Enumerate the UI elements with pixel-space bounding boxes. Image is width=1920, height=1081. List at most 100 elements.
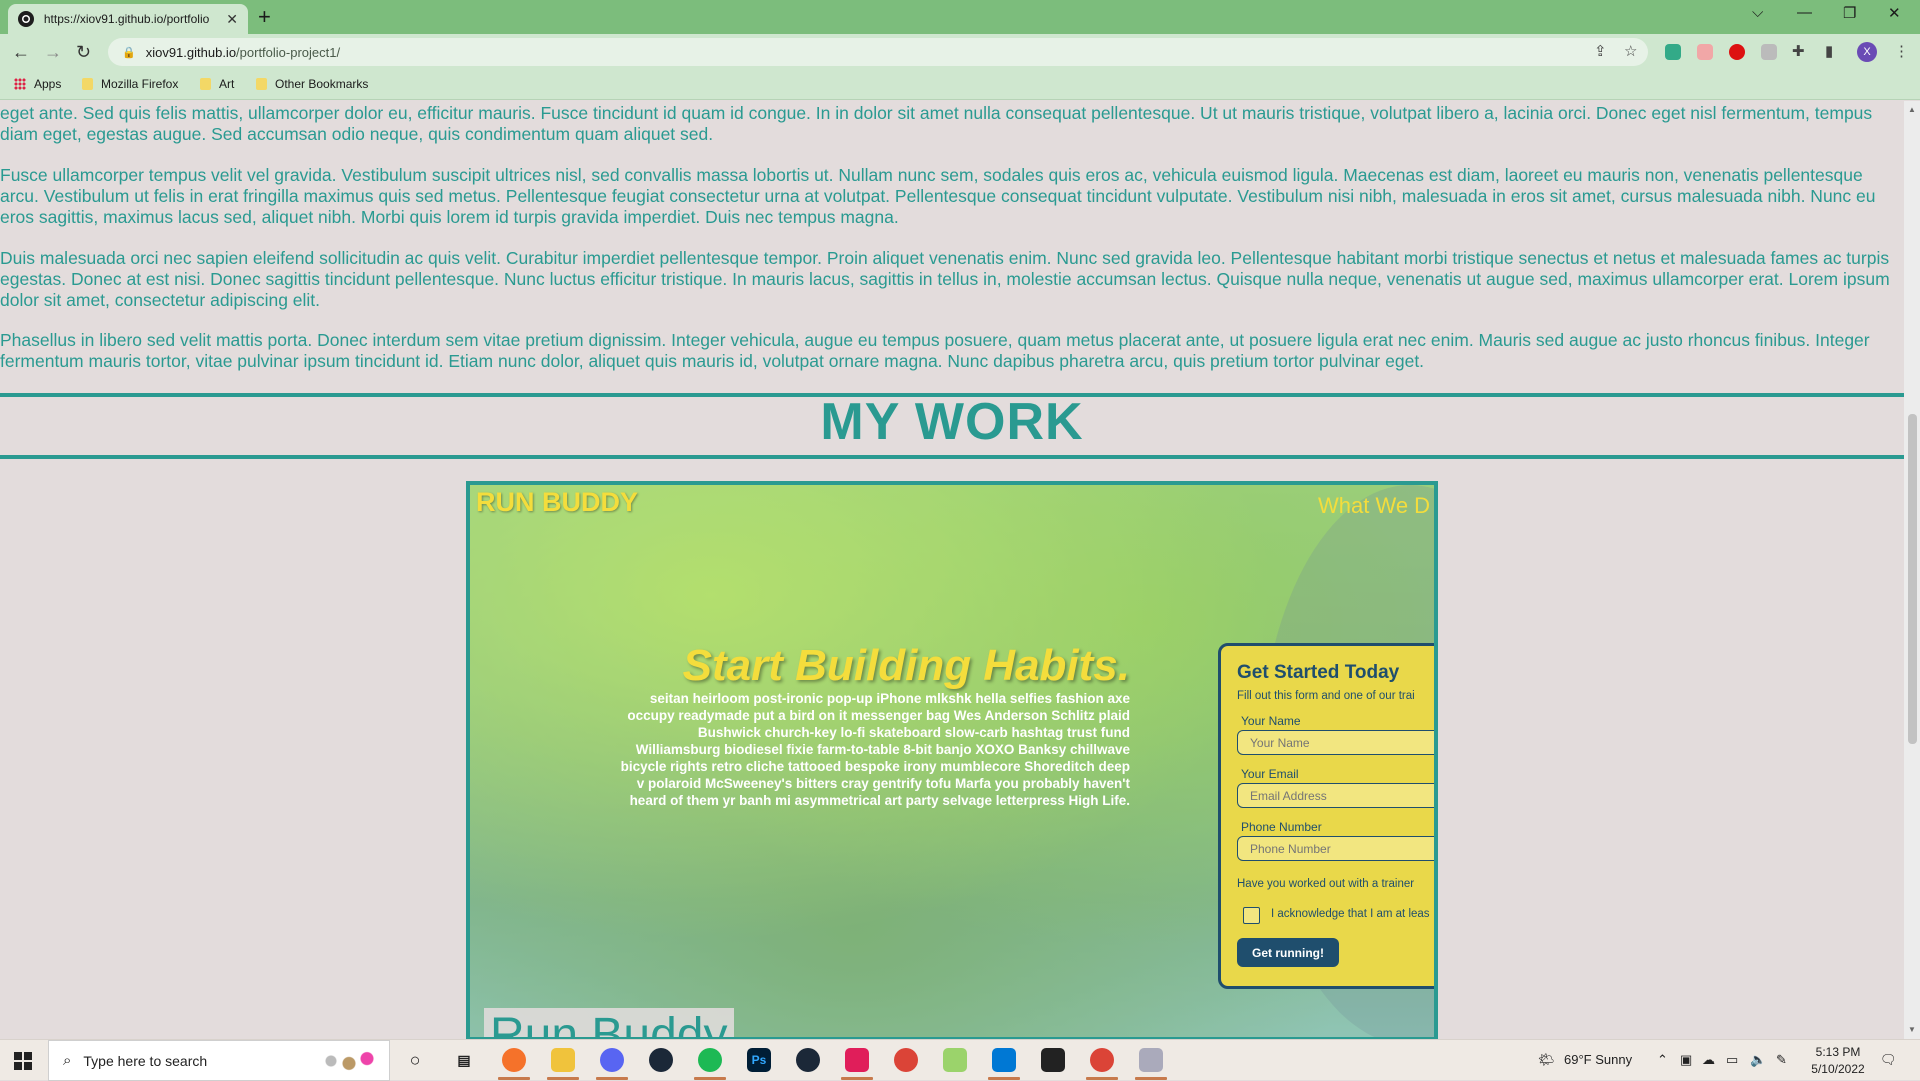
section-divider [0, 455, 1904, 459]
browser-toolbar: ← → ↻ 🔒 xiov91.github.io /portfolio-proj… [0, 34, 1920, 70]
page-viewport: eget ante. Sed quis felis mattis, ullamc… [0, 101, 1904, 1039]
hero-title: Start Building Habits. [682, 641, 1130, 690]
tab-title: https://xiov91.github.io/portfolio [43, 12, 210, 26]
back-arrow-icon[interactable]: ← [12, 42, 30, 63]
chrome-icon[interactable] [894, 1048, 918, 1072]
bookmark-art[interactable]: Art [200, 77, 234, 91]
scroll-up-icon[interactable]: ▲ [1908, 105, 1916, 114]
scrollbar-thumb[interactable] [1908, 414, 1917, 744]
bookmark-label: Apps [34, 77, 62, 91]
bookmark-mozilla-firefox[interactable]: Mozilla Firefox [82, 77, 178, 91]
project-card-run-buddy[interactable]: RUN BUDDY What We D Start Building Habit… [466, 481, 1438, 1039]
chrome-icon[interactable] [1090, 1048, 1114, 1072]
url-path: /portfolio-project1/ [236, 44, 341, 60]
steam-icon[interactable] [649, 1048, 673, 1072]
about-paragraph: Fusce ullamcorper tempus velit vel gravi… [0, 165, 1876, 227]
opera-extension-icon[interactable] [1729, 44, 1745, 60]
search-highlight-icon [319, 1049, 379, 1073]
project-caption[interactable]: Run Buddy [484, 1008, 734, 1037]
about-paragraph: eget ante. Sed quis felis mattis, ullamc… [0, 103, 1873, 144]
lock-icon[interactable]: 🔒 [122, 46, 136, 59]
trainer-question: Have you worked out with a trainer [1237, 878, 1415, 890]
menu-kebab-icon[interactable]: ⋮ [1894, 42, 1909, 60]
chevron-up-icon[interactable]: ⌃ [1657, 1052, 1668, 1068]
folder-icon [256, 78, 267, 90]
weather-text[interactable]: 69°F Sunny [1564, 1052, 1632, 1067]
steam-icon[interactable] [796, 1048, 820, 1072]
browser-tab-strip: https://xiov91.github.io/portfolio ✕ + ⌵… [0, 0, 1920, 34]
pen-icon[interactable]: ✎ [1776, 1052, 1787, 1068]
page-scrollbar[interactable]: ▲ ▼ [1904, 101, 1920, 1039]
bookmark-label: Art [219, 77, 235, 91]
bookmark-other[interactable]: Other Bookmarks [256, 77, 368, 91]
tray-icon[interactable]: ▣ [1680, 1052, 1692, 1068]
profile-avatar[interactable]: X [1857, 42, 1877, 62]
get-running-button[interactable]: Get running! [1237, 938, 1339, 967]
signup-form: Get Started Today Fill out this form and… [1218, 643, 1434, 989]
firefox-icon[interactable] [502, 1048, 526, 1072]
close-tab-icon[interactable]: ✕ [226, 11, 238, 28]
clock-date: 5/10/2022 [1811, 1062, 1865, 1076]
close-window-button[interactable]: ✕ [1888, 4, 1901, 22]
url-host: xiov91.github.io [145, 44, 237, 60]
system-clock[interactable]: 5:13 PM 5/10/2022 [1800, 1044, 1876, 1078]
app-icon[interactable] [1139, 1048, 1163, 1072]
weather-icon[interactable]: 🌤 [1538, 1052, 1555, 1068]
scroll-down-icon[interactable]: ▼ [1908, 1025, 1916, 1034]
run-buddy-nav-link[interactable]: What We D [1318, 493, 1430, 519]
discord-icon[interactable] [600, 1048, 624, 1072]
forward-arrow-icon[interactable]: → [44, 42, 62, 63]
task-view-icon[interactable]: ▤ [452, 1048, 476, 1072]
vscode-icon[interactable] [992, 1048, 1016, 1072]
onedrive-icon[interactable]: ☁ [1702, 1052, 1715, 1068]
terminal-icon[interactable] [1041, 1048, 1065, 1072]
slack-icon[interactable] [845, 1048, 869, 1072]
search-icon: ⌕ [63, 1052, 72, 1069]
about-paragraph: Duis malesuada orci nec sapien eleifend … [0, 248, 1890, 310]
side-panel-icon[interactable]: ▮ [1825, 42, 1833, 60]
windows-start-icon[interactable] [14, 1052, 32, 1070]
folder-icon [82, 78, 93, 90]
email-label: Your Email [1241, 767, 1299, 781]
bookmark-star-icon[interactable]: ☆ [1624, 42, 1637, 60]
puzzle-extensions-icon[interactable]: ✚ [1792, 42, 1805, 60]
extension-icon[interactable] [1665, 44, 1681, 60]
new-tab-button[interactable]: + [258, 5, 271, 29]
extension-icon[interactable] [1761, 44, 1777, 60]
email-input[interactable] [1237, 783, 1434, 808]
acknowledge-checkbox[interactable] [1243, 907, 1260, 924]
minimize-button[interactable]: — [1797, 4, 1812, 21]
spotify-icon[interactable] [698, 1048, 722, 1072]
extension-icon[interactable] [1697, 44, 1713, 60]
tab-search-icon[interactable]: ⌵ [1752, 4, 1763, 21]
bookmark-apps[interactable]: Apps [14, 77, 61, 91]
photoshop-icon[interactable]: Ps [747, 1048, 771, 1072]
app-icon[interactable] [943, 1048, 967, 1072]
name-input[interactable] [1237, 730, 1434, 755]
network-icon[interactable]: ▭ [1726, 1052, 1738, 1068]
form-subtitle: Fill out this form and one of our trai [1237, 690, 1415, 702]
search-placeholder: Type here to search [83, 1052, 208, 1069]
phone-input[interactable] [1237, 836, 1434, 861]
reload-icon[interactable]: ↻ [76, 42, 91, 63]
windows-taskbar: ⌕ Type here to search ○ ▤ Ps 🌤 69°F Sunn… [0, 1039, 1920, 1081]
address-bar[interactable]: 🔒 xiov91.github.io /portfolio-project1/ [108, 38, 1648, 66]
clock-time: 5:13 PM [1815, 1045, 1861, 1059]
hero-body: seitan heirloom post-ironic pop-up iPhon… [620, 691, 1130, 808]
notification-icon[interactable]: 🗨 [1880, 1052, 1897, 1068]
bookmarks-bar: Apps Mozilla Firefox Art Other Bookmarks [0, 70, 1920, 100]
taskbar-search[interactable]: ⌕ Type here to search [48, 1040, 390, 1081]
volume-icon[interactable]: 🔈 [1750, 1052, 1766, 1068]
browser-tab[interactable]: https://xiov91.github.io/portfolio ✕ [8, 4, 248, 34]
name-label: Your Name [1241, 714, 1301, 728]
form-title: Get Started Today [1237, 662, 1400, 683]
file-explorer-icon[interactable] [551, 1048, 575, 1072]
github-icon [18, 11, 34, 27]
bookmark-label: Mozilla Firefox [101, 77, 179, 91]
run-buddy-logo: RUN BUDDY [476, 487, 638, 517]
restore-button[interactable]: ❐ [1843, 4, 1856, 22]
section-title: MY WORK [820, 393, 1084, 451]
bookmark-label: Other Bookmarks [275, 77, 369, 91]
share-icon[interactable]: ⇪ [1594, 42, 1607, 60]
cortana-icon[interactable]: ○ [403, 1048, 427, 1072]
